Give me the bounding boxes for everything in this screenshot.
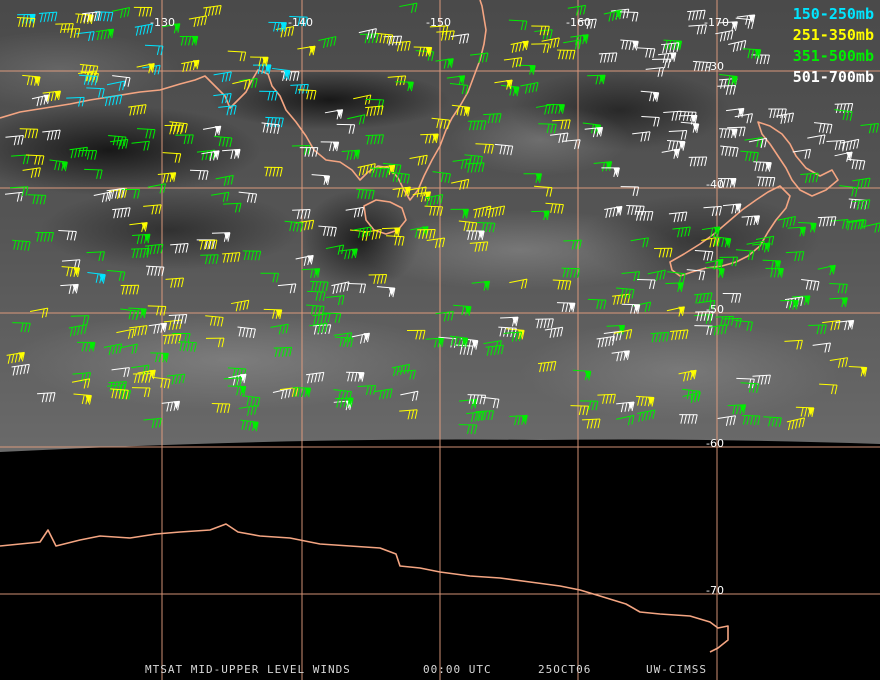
wind-barb-shaft: [198, 239, 217, 242]
lat-label: -40: [706, 178, 724, 191]
wind-barb-shaft: [55, 23, 74, 25]
wind-barb-shaft: [619, 11, 638, 13]
wind-barb-shaft: [424, 205, 443, 208]
lon-label: -170: [704, 16, 729, 29]
date-label: 25OCT06: [538, 663, 592, 676]
wind-barb-shaft: [570, 405, 589, 407]
lon-label: -140: [288, 16, 313, 29]
wind-barb-shaft: [84, 168, 103, 171]
wind-barb-shaft: [27, 194, 46, 196]
wind-barb-shaft: [211, 402, 230, 405]
wind-barb-shaft: [467, 394, 486, 396]
wind-barb-shaft: [538, 123, 557, 125]
credit-label: UW-CIMSS: [646, 663, 707, 676]
satellite-map: [0, 0, 880, 680]
lat-label: -60: [706, 437, 724, 450]
product-title: MTSAT MID-UPPER LEVEL WINDS: [145, 663, 351, 676]
wind-barb-shaft: [621, 303, 640, 306]
lon-label: -160: [566, 16, 591, 29]
coast-antarctica: [0, 523, 729, 653]
lat-label: -70: [706, 584, 724, 597]
wind-barb-shaft: [762, 259, 781, 262]
wind-barb-shaft: [741, 414, 760, 417]
wind-barb-shaft: [70, 315, 89, 317]
lat-label: -50: [706, 303, 724, 316]
wind-barb-shaft: [727, 126, 746, 129]
wind-barb-shaft: [147, 305, 166, 308]
wind-barb-shaft: [307, 290, 326, 293]
legend-item-351-500: 351-500mb: [792, 47, 874, 65]
lon-label: -130: [150, 16, 175, 29]
lat-label: -30: [706, 60, 724, 73]
wind-barb-shaft: [12, 322, 31, 324]
wind-barb-shaft: [556, 302, 575, 304]
pressure-legend: 150-250mb 251-350mb 351-500mb 501-700mb: [793, 4, 874, 88]
legend-item-150-250: 150-250mb: [792, 5, 874, 23]
legend-item-501-700: 501-700mb: [792, 68, 874, 86]
legend-item-251-350: 251-350mb: [792, 26, 874, 44]
wind-barb-shaft: [561, 267, 580, 270]
time-label: 00:00 UTC: [423, 663, 492, 676]
wind-barb-shaft: [347, 283, 366, 285]
lon-label: -150: [426, 16, 451, 29]
wind-barb-shaft: [190, 169, 209, 172]
image-footer: MTSAT MID-UPPER LEVEL WINDS 00:00 UTC 25…: [0, 663, 880, 679]
wind-barb-shaft: [808, 324, 827, 327]
wind-barb-shaft: [263, 308, 282, 311]
wind-barb-shaft: [310, 280, 329, 283]
wind-barb-shaft: [756, 176, 775, 179]
wind-barb-shaft: [795, 406, 814, 409]
wind-barb-shaft: [131, 248, 150, 250]
